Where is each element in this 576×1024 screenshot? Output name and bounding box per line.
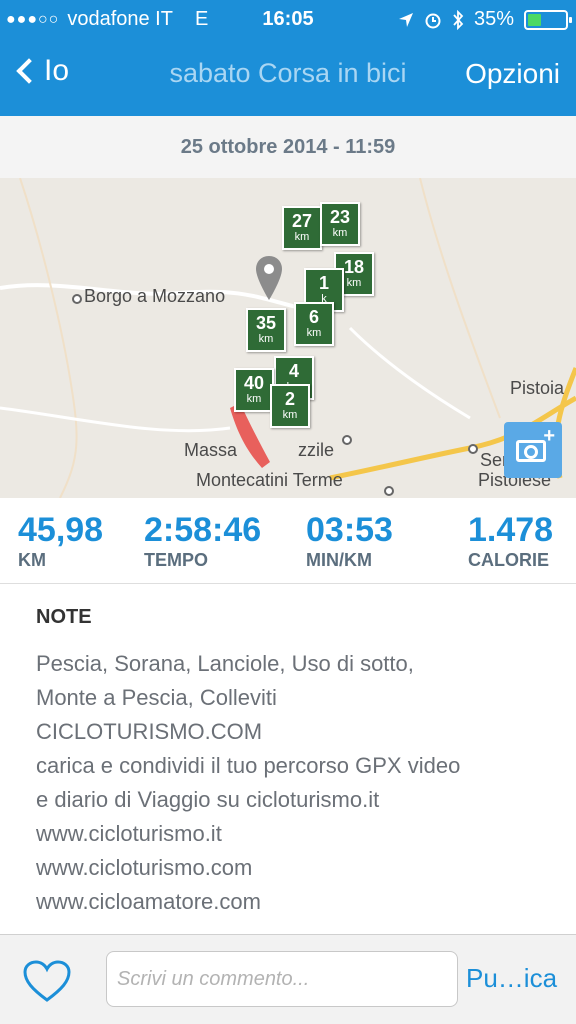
km-marker-value: 1 [318, 273, 329, 293]
note-line: www.cicloturismo.it [36, 821, 222, 846]
stat-value: 2:58:46 [144, 511, 262, 549]
publish-button[interactable]: Pu…ica [466, 963, 557, 994]
stat-label: CALORIE [468, 550, 549, 570]
km-marker[interactable]: 23 km [320, 202, 360, 246]
km-marker-unit: km [282, 409, 298, 421]
battery-fill [528, 13, 541, 26]
header: ●●●○○ vodafone IT E 16:05 35% Io sabato … [0, 0, 576, 116]
alarm-clock-icon [425, 13, 441, 28]
camera-lens-icon [524, 445, 538, 459]
plus-icon: + [543, 425, 555, 447]
bluetooth-icon [453, 9, 464, 30]
note-line: Monte a Pescia, Colleviti [36, 685, 277, 710]
km-marker[interactable]: 40 km [234, 368, 274, 412]
km-marker-value: 40 [243, 373, 265, 393]
map-pin-icon[interactable] [256, 256, 282, 300]
note-line: CICLOTURISMO.COM [36, 719, 263, 744]
km-marker-unit: km [306, 327, 322, 339]
note-line: carica e condividi il tuo percorso GPX v… [36, 753, 461, 778]
battery-percent: 35% [473, 8, 514, 30]
stat-label: MIN/KM [306, 550, 372, 570]
place-dot [72, 294, 82, 304]
stat-value: 45,98 [18, 511, 104, 549]
place-dot [384, 486, 394, 496]
km-marker-value: 4 [288, 361, 299, 381]
stat-time: 2:58:46 TEMPO [144, 510, 261, 570]
km-marker-unit: km [294, 231, 310, 243]
status-right: 35% [398, 8, 572, 31]
stat-value: 03:53 [306, 511, 393, 549]
stat-value: 1.478 [468, 511, 554, 549]
stats-bar: 45,98 KM 2:58:46 TEMPO 03:53 MIN/KM 1.47… [0, 498, 576, 584]
km-marker[interactable]: 2 km [270, 384, 310, 428]
km-marker-value: 23 [329, 207, 351, 227]
options-button[interactable]: Opzioni [465, 58, 560, 90]
stat-calories: 1.478 CALORIE [468, 510, 553, 570]
place-dot [468, 444, 478, 454]
km-marker-unit: km [258, 333, 274, 345]
note-line: Pescia, Sorana, Lanciole, Uso di sotto, [36, 651, 414, 676]
stat-label: TEMPO [144, 550, 209, 570]
route-map[interactable]: Borgo a Mozzano Massa zzile Montecatini … [0, 178, 576, 498]
place-label-montecatini: Montecatini Terme [196, 470, 343, 490]
notes-section: NOTE Pescia, Sorana, Lanciole, Uso di so… [36, 606, 556, 919]
stat-label: KM [18, 550, 46, 570]
note-line: www.cicloamatore.com [36, 889, 261, 914]
note-line: www.cicloturismo.com [36, 855, 253, 880]
place-label-zzile: zzile [298, 440, 335, 460]
notes-heading: NOTE [36, 606, 92, 628]
km-marker-value: 35 [255, 313, 277, 333]
place-dot [342, 435, 352, 445]
km-marker[interactable]: 6 km [294, 302, 334, 346]
km-marker-value: 6 [308, 307, 319, 327]
km-marker-unit: km [246, 393, 262, 405]
km-marker[interactable]: 27 km [282, 206, 322, 250]
place-label-massa: Massa [184, 440, 238, 460]
battery-icon [524, 9, 572, 30]
km-marker-value: 27 [291, 211, 313, 231]
location-arrow-icon [398, 12, 413, 27]
comment-bar: Pu…ica [0, 934, 576, 1024]
place-label-borgo: Borgo a Mozzano [84, 286, 226, 306]
stat-distance: 45,98 KM [18, 510, 103, 570]
like-heart-icon[interactable] [22, 959, 72, 1003]
comment-input[interactable] [106, 951, 458, 1007]
activity-date: 25 ottobre 2014 - 11:59 [0, 116, 576, 178]
km-marker-value: 2 [284, 389, 295, 409]
stat-pace: 03:53 MIN/KM [306, 510, 393, 570]
status-bar: ●●●○○ vodafone IT E 16:05 35% [0, 0, 576, 38]
km-marker-unit: km [332, 227, 348, 239]
navigation-bar: Io sabato Corsa in bici Opzioni [0, 38, 576, 116]
km-marker[interactable]: 35 km [246, 308, 286, 352]
place-label-pistoia: Pistoia [510, 378, 565, 398]
add-photo-button[interactable]: + [504, 422, 562, 478]
note-line: e diario di Viaggio su cicloturismo.it [36, 787, 380, 812]
